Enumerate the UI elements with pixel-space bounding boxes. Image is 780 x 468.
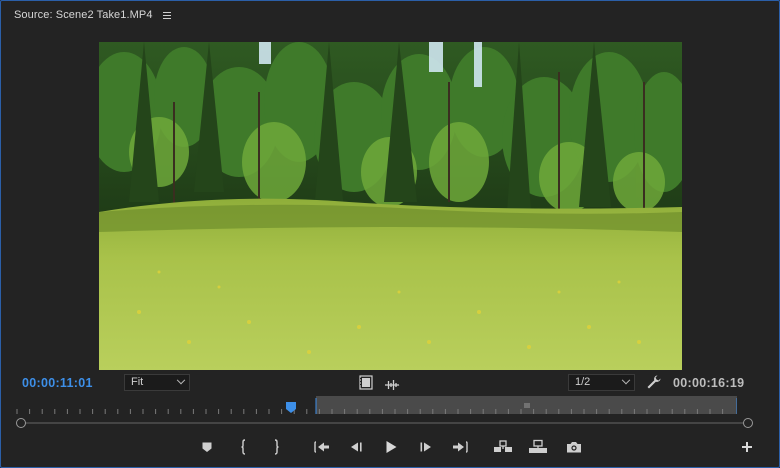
mark-in-button[interactable] bbox=[234, 437, 254, 457]
monitor-controls-row: 00:00:11:01 Fit 1/2 00:00:16:19 bbox=[1, 372, 779, 394]
overwrite-icon bbox=[529, 439, 547, 453]
zoom-scroll-track[interactable] bbox=[21, 422, 743, 424]
add-marker-button[interactable] bbox=[197, 437, 217, 457]
wrench-icon[interactable] bbox=[646, 374, 662, 390]
insert-button[interactable] bbox=[493, 437, 513, 457]
go-to-out-icon bbox=[453, 441, 468, 453]
video-frame-image bbox=[99, 42, 682, 370]
ruler-ticks bbox=[16, 398, 737, 414]
playback-resolution-select[interactable]: 1/2 bbox=[568, 374, 635, 391]
zoom-handle-left[interactable] bbox=[16, 418, 26, 428]
chevron-down-icon bbox=[176, 375, 186, 385]
zoom-scroll-bar[interactable] bbox=[15, 418, 753, 428]
zoom-handle-right[interactable] bbox=[743, 418, 753, 428]
go-to-out-button[interactable] bbox=[450, 437, 470, 457]
go-to-in-button[interactable] bbox=[312, 437, 332, 457]
zoom-level-value: Fit bbox=[131, 376, 144, 388]
step-forward-icon bbox=[420, 442, 431, 452]
film-strip-icon[interactable] bbox=[359, 375, 373, 390]
transport-controls bbox=[1, 437, 779, 457]
mark-in-icon bbox=[241, 439, 246, 455]
mark-out-button[interactable] bbox=[266, 437, 286, 457]
time-ruler[interactable] bbox=[15, 396, 737, 418]
zoom-level-select[interactable]: Fit bbox=[124, 374, 190, 391]
camera-icon bbox=[567, 442, 581, 453]
chevron-down-icon bbox=[621, 375, 631, 385]
step-back-icon bbox=[351, 442, 362, 452]
video-preview[interactable] bbox=[99, 42, 682, 370]
step-back-button[interactable] bbox=[346, 437, 366, 457]
insert-icon bbox=[494, 440, 512, 452]
plus-icon bbox=[742, 442, 752, 452]
panel-header: Source: Scene2 Take1.MP4 bbox=[1, 1, 779, 29]
resolution-value: 1/2 bbox=[575, 376, 591, 388]
marker-icon bbox=[202, 442, 212, 452]
overwrite-button[interactable] bbox=[528, 437, 548, 457]
hamburger-icon[interactable] bbox=[162, 11, 173, 19]
duration-timecode: 00:00:16:19 bbox=[673, 376, 745, 390]
play-icon bbox=[386, 441, 397, 453]
step-forward-button[interactable] bbox=[416, 437, 436, 457]
waveform-icon[interactable] bbox=[384, 377, 400, 390]
mark-out-icon bbox=[274, 439, 279, 455]
button-editor-button[interactable] bbox=[737, 437, 757, 457]
go-to-in-icon bbox=[314, 441, 329, 453]
source-monitor-panel: Source: Scene2 Take1.MP4 00:00:11:01 Fit… bbox=[0, 0, 780, 468]
current-timecode[interactable]: 00:00:11:01 bbox=[22, 376, 93, 390]
play-button[interactable] bbox=[381, 437, 401, 457]
export-frame-button[interactable] bbox=[564, 437, 584, 457]
panel-title[interactable]: Source: Scene2 Take1.MP4 bbox=[14, 9, 153, 21]
playhead-marker[interactable] bbox=[285, 402, 297, 414]
